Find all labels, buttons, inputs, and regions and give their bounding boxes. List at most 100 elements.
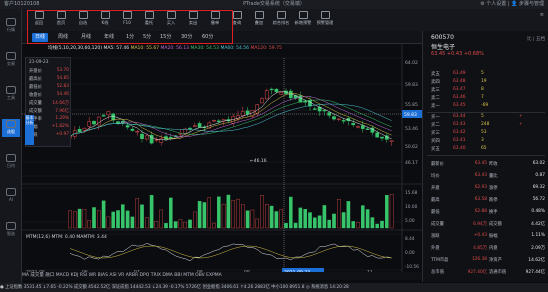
stat-key: 最新价 bbox=[431, 162, 444, 167]
bid-row[interactable]: 买二 63.43 248 + bbox=[423, 122, 548, 129]
info-row: 换手率 1.29% bbox=[29, 116, 69, 122]
level-price: 63.45 bbox=[453, 103, 466, 108]
y-tick-label: 64.02 bbox=[405, 60, 418, 66]
stat-value: 63.45 bbox=[474, 161, 487, 166]
bid-row[interactable]: 买一 63.44 5 + bbox=[423, 114, 548, 121]
candle-body bbox=[125, 125, 130, 128]
ask-row[interactable]: 卖四 63.48 19 bbox=[423, 79, 548, 86]
stat-value: 14.62亿 bbox=[528, 258, 545, 263]
stat-key: 成交量 bbox=[431, 222, 444, 227]
left-nav-item[interactable]: 日内 bbox=[2, 153, 20, 171]
bid-row[interactable]: 买三 63.42 53 bbox=[423, 130, 548, 137]
level-label: 卖四 bbox=[431, 80, 440, 85]
stat-key: 流通市值 bbox=[489, 270, 507, 275]
left-nav-item[interactable]: 智选 bbox=[2, 221, 20, 239]
toolbar-button[interactable]: 预警管理 bbox=[314, 11, 336, 26]
stat-value: 0.87 bbox=[535, 173, 545, 178]
candle-body bbox=[82, 127, 87, 131]
candle-body bbox=[92, 120, 96, 125]
bid-row[interactable]: 买五 63.40 65 bbox=[423, 146, 548, 153]
mtm-tick-label: -10.56 bbox=[405, 264, 419, 270]
volume-bar bbox=[327, 219, 332, 229]
candle-body bbox=[365, 128, 370, 130]
volume-bar bbox=[370, 217, 375, 229]
ma-legend: 均线(5,10,20,30,60,120) MA5: 57.46 MA10: 5… bbox=[48, 45, 282, 51]
candle-body bbox=[168, 137, 173, 139]
stat-right: 流通市值 927.44亿 bbox=[489, 269, 548, 275]
toolbar-button[interactable]: 新增预警 bbox=[292, 11, 314, 26]
menu-icon[interactable]: ≡ bbox=[540, 12, 544, 18]
toolbar-button[interactable]: 综合排名 bbox=[270, 11, 292, 26]
level-label: 卖五 bbox=[431, 72, 440, 77]
level-extra: + bbox=[519, 122, 523, 127]
stat-left: 总市值 927.40亿 bbox=[431, 269, 491, 275]
volume-bar bbox=[284, 222, 288, 229]
candle-body bbox=[375, 132, 380, 138]
price-tag-label: 59.83 bbox=[404, 112, 417, 118]
ask-row[interactable]: 卖五 63.49 5 bbox=[423, 71, 548, 78]
volume-bar bbox=[178, 219, 183, 229]
toolbar-label: 预警管理 bbox=[316, 20, 334, 25]
volume-bar bbox=[380, 220, 384, 229]
stat-right: 振幅 1.11% bbox=[489, 233, 548, 239]
stat-right: 跌停 56.72 bbox=[489, 197, 548, 203]
title-bar: 客户10120108 PTrade交易系统（交易端） ⚙ 个人设置 | 👤 步骤… bbox=[0, 0, 548, 9]
stat-right: 成交额 4.42亿 bbox=[489, 221, 548, 227]
mamtm-line bbox=[69, 245, 392, 259]
price-pct: +0.68% bbox=[463, 51, 484, 57]
toolbar-button[interactable]: 叠加 bbox=[248, 11, 270, 26]
candle-body bbox=[135, 130, 140, 133]
left-nav-item[interactable]: AI bbox=[2, 187, 20, 205]
stat-value: 62.93 bbox=[474, 185, 487, 190]
info-value: 54.85 bbox=[56, 76, 69, 81]
stat-left: 成交量 6.94万 bbox=[431, 221, 491, 227]
y-tick-label: 59.83 bbox=[405, 82, 418, 88]
level-extra: + bbox=[519, 114, 523, 119]
info-row: 开盘价 53.70 bbox=[29, 68, 69, 74]
volume-bar bbox=[279, 209, 284, 229]
ask-row[interactable]: 卖一 63.45 -69 bbox=[423, 103, 548, 110]
volume-bar bbox=[365, 209, 370, 229]
stat-key: 最低 bbox=[431, 210, 440, 215]
level-price: 63.49 bbox=[453, 71, 466, 76]
title-right-actions[interactable]: ⚙ 个人设置 | 👤 步骤与管理 bbox=[480, 0, 544, 9]
info-key: 成交额 bbox=[29, 109, 42, 114]
nav-icon bbox=[6, 222, 16, 230]
candle-body bbox=[279, 92, 284, 95]
ask-row[interactable]: 卖二 63.46 7 bbox=[423, 95, 548, 102]
left-nav-label: 工具 bbox=[7, 95, 15, 100]
volume-bar bbox=[236, 198, 240, 229]
kline-chart-svg[interactable]: 64.02 59.83 55.85 53.46 50.62 46.17 59.83 ←46.1… bbox=[22, 44, 422, 282]
stat-value: 126.38 bbox=[471, 257, 487, 262]
stat-key: 涨停 bbox=[489, 186, 498, 191]
volume-bar bbox=[264, 204, 269, 229]
left-nav-item[interactable]: 交易 bbox=[2, 51, 20, 69]
kline-chart-area[interactable]: 64.02 59.83 55.85 53.46 50.62 46.17 59.83 ←46.1… bbox=[22, 44, 422, 282]
nav-icon bbox=[6, 188, 16, 196]
volume-bar bbox=[375, 223, 380, 229]
stat-right: 净资产 14.62亿 bbox=[489, 257, 548, 263]
panel-tabs[interactable]: 比 | 五档 bbox=[527, 36, 545, 42]
stat-key: 昨收 bbox=[489, 162, 498, 167]
stat-right: 换手 0.48% bbox=[489, 209, 548, 215]
left-nav-item[interactable]: 行情 bbox=[2, 17, 20, 35]
toolbar-icon bbox=[232, 11, 242, 19]
stat-value: 2.09万 bbox=[531, 246, 545, 251]
left-nav-item[interactable]: 工具 bbox=[2, 85, 20, 103]
indicator-tabs[interactable]: MA 成交量 融口 MACD KDJ RSI WR BIAS ASI VR AR… bbox=[22, 272, 422, 280]
left-nav-item[interactable]: 选股 bbox=[2, 119, 20, 137]
volume-bar bbox=[351, 221, 356, 229]
volume-bar bbox=[245, 210, 250, 229]
stat-value: 62.88 bbox=[474, 209, 487, 214]
volume-bar bbox=[168, 197, 173, 229]
level-volume: 7 bbox=[481, 95, 484, 100]
info-value: 54.46 bbox=[56, 92, 69, 97]
candle-body bbox=[356, 126, 360, 128]
stat-left: 外盘 4.85万 bbox=[431, 245, 491, 251]
ask-row[interactable]: 卖三 63.47 8 bbox=[423, 87, 548, 94]
bid-row[interactable]: 买四 63.41 3 bbox=[423, 138, 548, 145]
stats-divider bbox=[427, 155, 545, 156]
volume-bar bbox=[116, 210, 120, 229]
volume-bar bbox=[111, 211, 115, 229]
tab-basic-analysis[interactable]: 基本分析 bbox=[25, 115, 34, 145]
